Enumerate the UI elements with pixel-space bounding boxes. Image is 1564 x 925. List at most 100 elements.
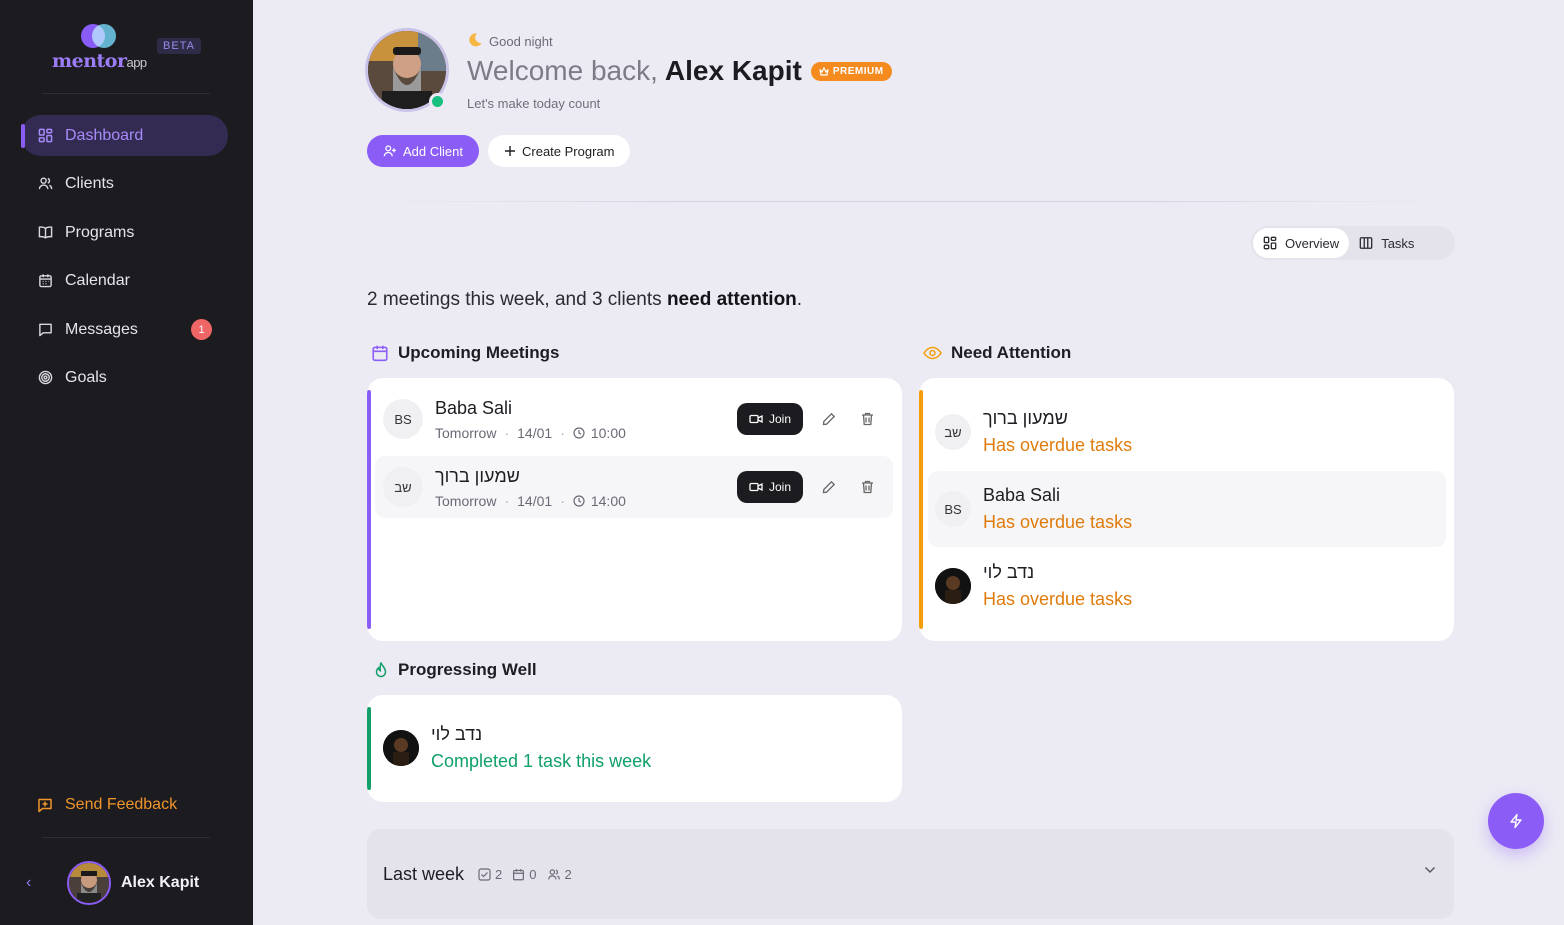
client-status: Has overdue tasks [983,512,1133,532]
client-initials-avatar: BS [383,399,423,439]
sidebar-item-messages[interactable]: Messages 1 [21,309,228,350]
create-program-button[interactable]: Create Program [488,135,631,167]
flame-icon [373,661,389,680]
premium-badge: PREMIUM [810,61,892,81]
book-icon [37,225,53,241]
sidebar-item-label: Programs [65,223,135,241]
sidebar-item-calendar[interactable]: Calendar [21,260,228,301]
meeting-day: Tomorrow [435,492,497,509]
section-title: Need Attention [951,343,1072,362]
meeting-row[interactable]: שב שמעון ברוך Tomorrow · 14/01 · 14:00 J… [375,456,893,518]
delete-icon[interactable] [855,407,879,431]
sidebar-divider [42,93,210,94]
users-icon [547,868,561,881]
section-title: Progressing Well [398,660,537,679]
welcome-user-name: Alex Kapit [664,55,802,86]
attention-client-row[interactable]: שב שמעון ברוך Has overdue tasks [928,394,1446,470]
sidebar-item-clients[interactable]: Clients [21,163,228,204]
client-progress-status: Completed 1 task this week [431,751,652,771]
sidebar-item-label: Messages [65,320,138,338]
delete-icon[interactable] [855,475,879,499]
tab-tasks[interactable]: Tasks [1349,228,1424,258]
card-accent-bar [367,707,371,790]
collapse-sidebar-icon[interactable]: ‹ [26,874,40,892]
client-initials-avatar: BS [935,491,971,527]
sidebar: mentorapp BETA Dashboard Clients Program… [0,0,253,925]
premium-label: PREMIUM [832,65,884,77]
welcome-heading: Welcome back, Alex Kapit PREMIUM [467,55,892,87]
logo-suffix: app [126,55,147,70]
client-name: נדב לוי [983,562,1035,582]
feedback-label: Send Feedback [65,796,178,813]
header-subtext: Let's make today count [467,96,601,111]
sidebar-user-name: Alex Kapit [121,874,200,891]
send-feedback-button[interactable]: Send Feedback [37,796,177,814]
greeting-text: Good night [489,34,553,49]
upcoming-meetings-heading: Upcoming Meetings [371,343,560,363]
summary-end: . [796,289,803,310]
users-icon [37,176,53,192]
edit-icon[interactable] [817,475,841,499]
meeting-day: Tomorrow [435,424,497,441]
attention-client-row[interactable]: נדב לוי Has overdue tasks [928,548,1446,624]
avatar[interactable] [67,861,111,905]
meeting-row[interactable]: BS Baba Sali Tomorrow · 14/01 · 10:00 Jo… [375,388,893,450]
add-client-label: Add Client [403,143,463,159]
client-name: שמעון ברוך [983,408,1068,428]
join-label: Join [768,480,791,494]
tab-overview[interactable]: Overview [1253,228,1350,258]
attention-client-row[interactable]: BS Baba Sali Has overdue tasks [928,471,1446,547]
client-name: נדב לוי [431,724,483,744]
sidebar-item-goals[interactable]: Goals [21,357,228,398]
client-photo-avatar [935,568,971,604]
last-week-clients-count: 2 [564,866,572,882]
summary-text: 2 meetings this week, and 3 clients [367,289,662,310]
unread-badge: 1 [191,319,212,340]
summary-emphasis: need attention [666,289,797,310]
join-meeting-button[interactable]: Join [736,403,803,435]
quick-action-button[interactable] [1488,793,1544,849]
last-week-meetings: 0 [512,866,537,882]
client-name: Baba Sali [983,485,1061,505]
create-program-label: Create Program [522,143,615,159]
client-status: Has overdue tasks [983,435,1133,455]
add-client-button[interactable]: Add Client [367,135,479,167]
greeting: Good night [467,32,553,51]
plus-icon [504,145,516,157]
last-week-meetings-count: 0 [529,866,537,882]
tab-overview-label: Overview [1285,235,1340,251]
clock-icon [573,426,585,439]
dashboard-grid-icon [37,128,53,144]
need-attention-heading: Need Attention [923,343,1071,363]
last-week-tasks: 2 [478,867,502,882]
upcoming-meetings-card: BS Baba Sali Tomorrow · 14/01 · 10:00 Jo… [367,378,902,641]
client-photo-avatar [383,730,419,766]
section-title: Upcoming Meetings [398,343,560,362]
meeting-client-name: שמעון ברוך [435,465,520,486]
card-accent-bar [919,390,923,629]
view-toggle: Overview Tasks [1251,226,1455,260]
progressing-client-row[interactable]: נדב לוי Completed 1 task this week [375,710,894,786]
edit-icon[interactable] [817,407,841,431]
beta-badge: BETA [157,38,201,54]
join-meeting-button[interactable]: Join [736,471,803,503]
dashboard-summary: 2 meetings this week, and 3 clients need… [367,289,802,311]
last-week-panel[interactable]: Last week 2 0 2 [367,829,1454,919]
card-accent-bar [367,390,371,629]
logo-text: mentor [52,50,127,72]
feedback-icon [37,797,53,813]
tab-tasks-label: Tasks [1381,235,1415,251]
meeting-client-name: Baba Sali [435,397,513,418]
sidebar-item-dashboard[interactable]: Dashboard [21,115,228,156]
video-icon [749,414,763,424]
meeting-time: 14:00 [590,492,626,509]
message-icon [37,322,53,338]
client-initials-avatar: שב [383,467,423,507]
sidebar-item-programs[interactable]: Programs [21,212,228,253]
header-divider [367,201,1454,202]
chevron-down-icon[interactable] [1424,866,1436,874]
crown-icon [819,66,829,76]
join-label: Join [768,412,791,426]
sidebar-item-label: Calendar [65,271,130,289]
grid-icon [1263,236,1277,250]
